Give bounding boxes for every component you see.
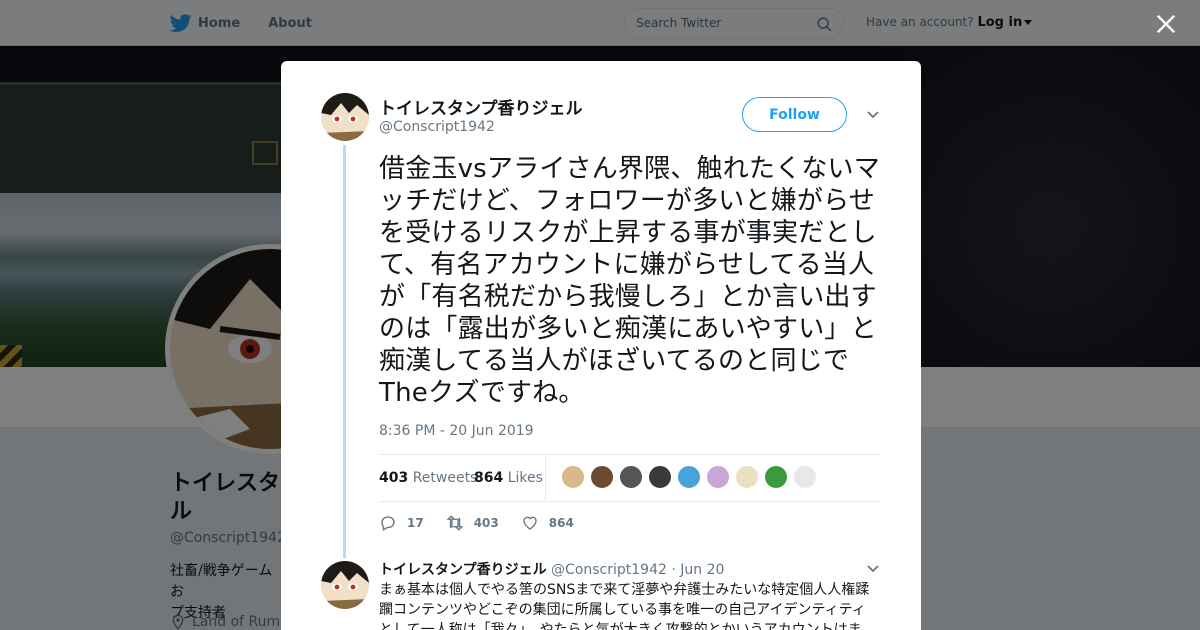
reply-author-name[interactable]: トイレスタンプ香りジェル (379, 562, 547, 578)
follow-button[interactable]: Follow (742, 97, 847, 132)
liker-avatar[interactable] (735, 465, 759, 489)
liker-avatar[interactable] (793, 465, 817, 489)
retweet-action[interactable]: 403 (446, 514, 499, 532)
reply-separator: · (671, 562, 676, 578)
retweet-count: 403 (473, 516, 499, 530)
chevron-down-icon[interactable] (866, 108, 880, 122)
heart-icon (523, 516, 537, 530)
reply-text: まぁ基本は個人でやる筈のSNSまで来て淫夢や弁護士みたいな特定個人人権蹂躙コンテ… (379, 582, 870, 630)
reply-icon (381, 516, 395, 531)
retweets-label: Retweets (412, 470, 478, 486)
tweet-author-avatar[interactable] (321, 93, 369, 141)
reply-date[interactable]: Jun 20 (680, 562, 724, 578)
close-icon[interactable] (1155, 13, 1177, 35)
liker-avatars (561, 465, 822, 489)
liker-avatar[interactable] (590, 465, 614, 489)
likes-label: Likes (507, 470, 543, 486)
reply-author-avatar[interactable] (321, 561, 369, 609)
retweets-stat[interactable]: 403 Retweets (379, 470, 477, 486)
tweet-timestamp[interactable]: 8:36 PM - 20 Jun 2019 (379, 423, 534, 439)
reply-author-handle[interactable]: @Conscript1942 (551, 562, 667, 578)
stats-divider (545, 455, 546, 501)
likes-count: 864 (474, 470, 504, 486)
reply-chevron-down-icon[interactable] (866, 562, 880, 576)
tweet-modal: トイレスタンプ香りジェル @Conscript1942 Follow 借金玉vs… (281, 61, 921, 630)
like-action[interactable]: 864 (521, 514, 574, 532)
thread-connector-line (343, 145, 346, 558)
liker-avatar[interactable] (677, 465, 701, 489)
reply-author-avatar-image (321, 561, 369, 609)
liker-avatar[interactable] (648, 465, 672, 489)
tweet-text: 借金玉vsアライさん界隈、触れたくないマッチだけど、フォロワーが多いと嫌がらせを… (379, 154, 880, 408)
reply-header: トイレスタンプ香りジェル @Conscript1942 · Jun 20 (379, 559, 724, 579)
liker-avatar[interactable] (764, 465, 788, 489)
like-count: 864 (548, 516, 574, 530)
tweet-author-name[interactable]: トイレスタンプ香りジェル (379, 94, 583, 119)
liker-avatar[interactable] (706, 465, 730, 489)
tweet-author-avatar-image (321, 93, 369, 141)
reply-action[interactable]: 17 (379, 514, 424, 532)
reply-count: 17 (407, 516, 424, 530)
tweet-author-handle[interactable]: @Conscript1942 (379, 119, 495, 135)
tweet-stats: 403 Retweets 864 Likes (379, 454, 881, 502)
tweet-actions: 17 403 864 (379, 511, 596, 535)
liker-avatar[interactable] (619, 465, 643, 489)
retweet-icon (446, 515, 464, 531)
retweets-count: 403 (379, 470, 409, 486)
liker-avatar[interactable] (561, 465, 585, 489)
likes-stat[interactable]: 864 Likes (474, 470, 543, 486)
